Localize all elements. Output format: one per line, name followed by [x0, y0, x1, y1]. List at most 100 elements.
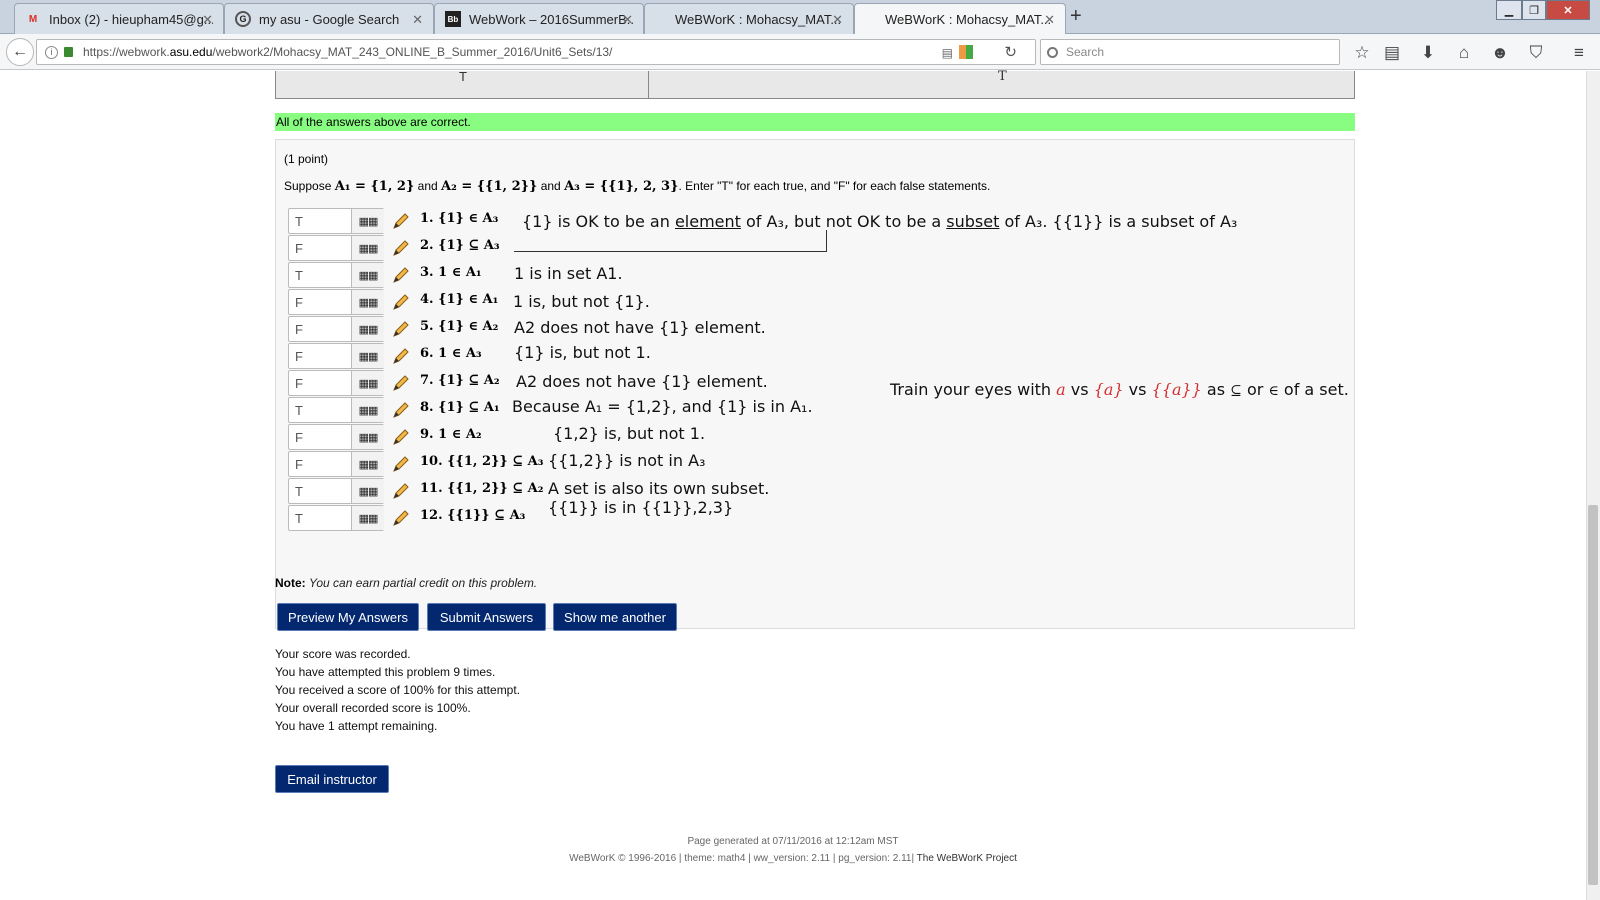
pencil-icon[interactable]: [391, 211, 411, 231]
tab-webwork-active[interactable]: WeBWorK : Mohacsy_MAT... ✕: [854, 3, 1066, 35]
search-placeholder: Search: [1066, 45, 1105, 59]
lock-icon: [64, 47, 73, 57]
bookmarks-list-icon[interactable]: ▤: [1381, 43, 1403, 63]
info-icon[interactable]: i: [45, 45, 58, 59]
pencil-icon[interactable]: [391, 427, 411, 447]
set-a2: A₂ = {{1, 2}}: [441, 179, 538, 194]
answer-field[interactable]: F ▦▦: [288, 370, 384, 396]
grid-icon[interactable]: ▦▦: [351, 506, 384, 530]
annotation-q7: A2 does not have {1} element.: [516, 372, 768, 391]
table-divider: [648, 71, 649, 99]
new-tab-icon[interactable]: +: [1070, 5, 1082, 28]
bookmark-star-icon[interactable]: ☆: [1351, 43, 1373, 63]
close-icon[interactable]: ✕: [622, 12, 633, 28]
annotation-q10: {{1,2}} is not in A₃: [548, 451, 706, 470]
pencil-icon[interactable]: [391, 319, 411, 339]
close-icon[interactable]: ✕: [1044, 12, 1055, 28]
reload-icon[interactable]: ↻: [1004, 43, 1017, 61]
answer-field[interactable]: F ▦▦: [288, 424, 384, 450]
tab-google-search[interactable]: G my asu - Google Search ✕: [224, 3, 434, 34]
tab-gmail[interactable]: M Inbox (2) - hieupham45@g... ✕: [14, 3, 224, 34]
pencil-icon[interactable]: [391, 265, 411, 285]
answer-field[interactable]: T ▦▦: [288, 208, 384, 234]
answer-field[interactable]: F ▦▦: [288, 343, 384, 369]
grid-icon[interactable]: ▦▦: [351, 371, 384, 395]
pencil-icon[interactable]: [391, 481, 411, 501]
question-label: 10. {{1, 2}} ⊆ A₃: [420, 454, 544, 469]
answer-field[interactable]: T ▦▦: [288, 397, 384, 423]
answer-field[interactable]: T ▦▦: [288, 505, 384, 531]
tab-blackboard[interactable]: Bb WebWork – 2016SummerB... ✕: [434, 3, 644, 34]
question-label: 7. {1} ⊆ A₂: [420, 373, 500, 388]
home-icon[interactable]: ⌂: [1453, 43, 1475, 63]
annotation-q1: {1} is OK to be an element of A₃, but no…: [522, 212, 1238, 231]
answer-field[interactable]: T ▦▦: [288, 262, 384, 288]
close-icon[interactable]: ✕: [202, 12, 213, 28]
grid-icon[interactable]: ▦▦: [351, 452, 384, 476]
show-another-button[interactable]: Show me another: [553, 603, 677, 631]
download-icon[interactable]: ⬇: [1417, 43, 1439, 63]
set-a3: A₃ = {{1}, 2, 3}: [564, 179, 679, 194]
back-arrow-icon[interactable]: ←: [6, 38, 34, 66]
footer-credits: WeBWorK © 1996-2016 | theme: math4 | ww_…: [569, 853, 1017, 864]
annotation-underline: [514, 251, 826, 252]
window-close-icon[interactable]: ✕: [1546, 0, 1590, 20]
question-label: 6. 1 ∈ A₃: [420, 346, 482, 361]
pocket-icon[interactable]: ⛉: [1525, 43, 1547, 63]
close-icon[interactable]: ✕: [832, 12, 843, 28]
address-bar[interactable]: i https://webwork.asu.edu/webwork2/Mohac…: [36, 39, 1036, 65]
scrollbar-thumb[interactable]: [1588, 505, 1598, 885]
search-input[interactable]: Search: [1040, 39, 1340, 65]
grid-icon[interactable]: ▦▦: [351, 425, 384, 449]
pencil-icon[interactable]: [391, 238, 411, 258]
annotation-q9: {1,2} is, but not 1.: [553, 424, 706, 443]
pencil-icon[interactable]: [391, 400, 411, 420]
preview-answers-button[interactable]: Preview My Answers: [277, 603, 419, 631]
grid-icon[interactable]: ▦▦: [351, 479, 384, 503]
grid-icon[interactable]: ▦▦: [351, 398, 384, 422]
tab-label: WeBWorK : Mohacsy_MAT...: [675, 11, 842, 27]
answer-field[interactable]: T ▦▦: [288, 478, 384, 504]
pencil-icon[interactable]: [391, 508, 411, 528]
pencil-icon[interactable]: [391, 346, 411, 366]
grid-icon[interactable]: ▦▦: [351, 317, 384, 341]
problem-box: (1 point) Suppose A₁ = {1, 2} and A₂ = {…: [275, 139, 1355, 629]
answer-field[interactable]: F ▦▦: [288, 235, 384, 261]
question-label: 12. {{1}} ⊆ A₃: [420, 508, 526, 523]
annotation-q4: 1 is, but not {1}.: [513, 292, 650, 311]
search-icon: [1047, 46, 1058, 58]
extension-icon[interactable]: [959, 45, 973, 59]
grid-icon[interactable]: ▦▦: [351, 290, 384, 314]
answer-field[interactable]: F ▦▦: [288, 289, 384, 315]
pencil-icon[interactable]: [391, 292, 411, 312]
problem-points: (1 point): [284, 152, 329, 166]
tab-webwork-1[interactable]: WeBWorK : Mohacsy_MAT... ✕: [644, 3, 854, 34]
webwork-project-link[interactable]: The WeBWorK Project: [917, 853, 1017, 864]
grid-icon[interactable]: ▦▦: [351, 344, 384, 368]
chat-icon[interactable]: ☻: [1489, 43, 1511, 63]
maximize-icon[interactable]: ❐: [1522, 0, 1546, 20]
grid-icon[interactable]: ▦▦: [351, 236, 384, 260]
answer-field[interactable]: F ▦▦: [288, 451, 384, 477]
close-icon[interactable]: ✕: [412, 12, 423, 28]
previous-answer-cell: T: [459, 69, 467, 84]
vertical-scrollbar[interactable]: [1586, 71, 1600, 900]
minimize-icon[interactable]: ▁: [1496, 0, 1522, 20]
reader-view-icon[interactable]: ▤: [942, 46, 953, 60]
gmail-icon: M: [28, 13, 38, 25]
email-instructor-button[interactable]: Email instructor: [275, 765, 389, 793]
grid-icon[interactable]: ▦▦: [351, 263, 384, 287]
google-icon: G: [235, 11, 251, 27]
page-content: T T All of the answers above are correct…: [0, 69, 1586, 900]
pencil-icon[interactable]: [391, 454, 411, 474]
pencil-icon[interactable]: [391, 373, 411, 393]
menu-icon[interactable]: ≡: [1568, 43, 1590, 63]
answer-field[interactable]: F ▦▦: [288, 316, 384, 342]
tab-label: WeBWorK : Mohacsy_MAT...: [885, 12, 1052, 27]
submit-answers-button[interactable]: Submit Answers: [427, 603, 546, 631]
previous-answers-table: T T: [275, 69, 1355, 99]
problem-statement: Suppose A₁ = {1, 2} and A₂ = {{1, 2}} an…: [284, 179, 991, 194]
grid-icon[interactable]: ▦▦: [351, 209, 384, 233]
question-label: 8. {1} ⊆ A₁: [420, 400, 500, 415]
annotation-q5: A2 does not have {1} element.: [514, 318, 766, 337]
